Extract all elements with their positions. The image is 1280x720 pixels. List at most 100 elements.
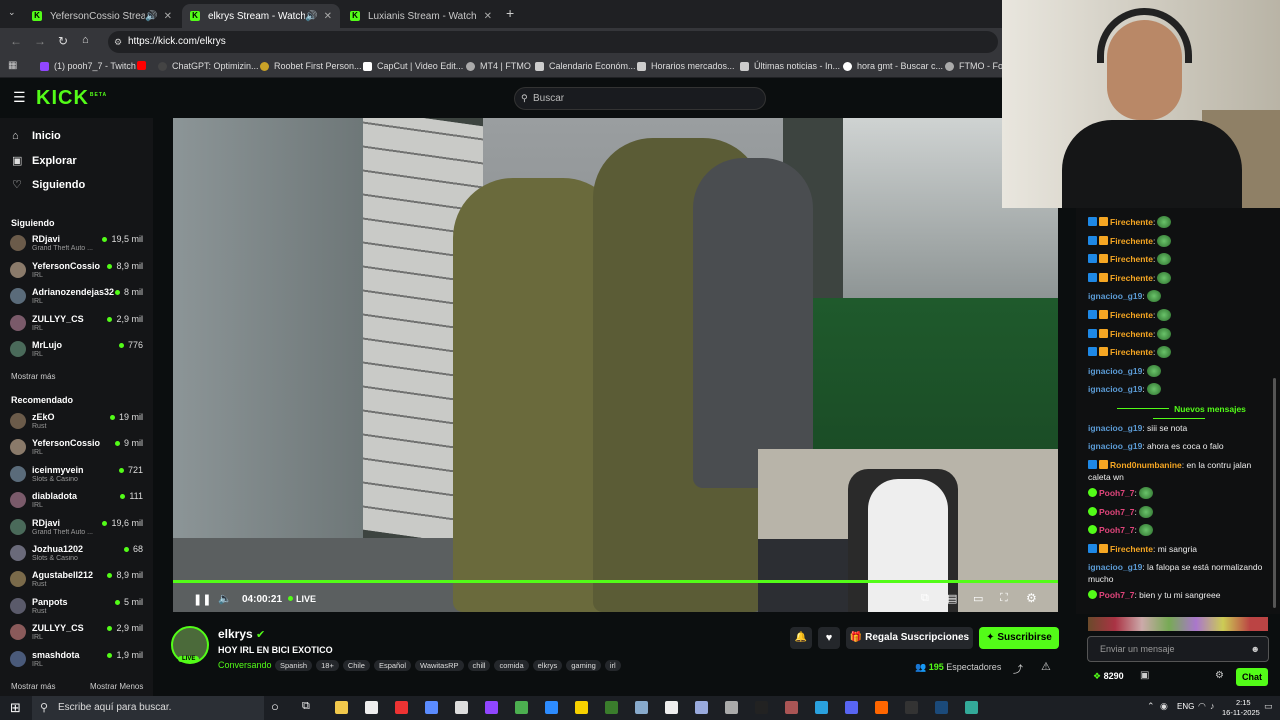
sidebar-channel[interactable]: Panpots Rust 5 mil bbox=[10, 595, 146, 619]
chat-message[interactable]: Firechente: bbox=[1088, 309, 1272, 321]
apps-grid-icon[interactable]: ▦ bbox=[8, 60, 17, 71]
sidebar-channel[interactable]: YefersonCossio IRL 8,9 mil bbox=[10, 259, 146, 283]
bookmark-chatgpt[interactable]: ChatGPT: Optimizin... bbox=[158, 61, 259, 71]
sidebar-channel[interactable]: Jozhua1202 Slots & Casino 68 bbox=[10, 542, 146, 566]
app-icon[interactable] bbox=[635, 701, 648, 714]
chat-username[interactable]: ignacioo_g19 bbox=[1088, 291, 1142, 301]
obs-icon[interactable] bbox=[905, 701, 918, 714]
chat-message[interactable]: Rond0numbanine: en la contru jalan calet… bbox=[1088, 459, 1272, 483]
follow-heart-icon[interactable]: ♥ bbox=[818, 627, 840, 649]
picture-in-picture-icon[interactable]: ⧉ bbox=[921, 592, 929, 605]
chat-username[interactable]: Pooh7_7 bbox=[1099, 525, 1134, 535]
telegram-icon[interactable] bbox=[815, 701, 828, 714]
bookmark-horarios[interactable]: Horarios mercados... bbox=[637, 61, 735, 71]
stream-tag[interactable]: irl bbox=[604, 660, 621, 671]
back-icon[interactable]: ← bbox=[10, 34, 22, 48]
stream-tag[interactable]: Chile bbox=[342, 660, 370, 671]
settings-gear-icon[interactable]: ⚙ bbox=[1026, 591, 1037, 605]
hamburger-menu-icon[interactable]: ☰ bbox=[13, 89, 26, 106]
send-chat-button[interactable]: Chat bbox=[1236, 668, 1268, 686]
chat-message[interactable]: Firechente: bbox=[1088, 327, 1272, 340]
report-icon[interactable]: ⚠ bbox=[1041, 660, 1051, 673]
bookmark-google[interactable]: hora gmt - Buscar c... bbox=[843, 61, 943, 71]
chrome-icon[interactable] bbox=[965, 701, 978, 714]
chat-message[interactable]: ignacioo_g19: bbox=[1088, 383, 1272, 396]
close-tab-icon[interactable]: ✕ bbox=[324, 11, 332, 22]
speaker-icon[interactable]: 🔊 bbox=[145, 11, 157, 22]
chat-message-input[interactable]: Enviar un mensaje ☻ bbox=[1087, 636, 1269, 662]
stream-tag[interactable]: gaming bbox=[566, 660, 601, 671]
bookmark-capcut[interactable]: CapCut | Video Edit... bbox=[363, 61, 463, 71]
chat-username[interactable]: ignacioo_g19 bbox=[1088, 423, 1142, 433]
chat-message[interactable]: ignacioo_g19: bbox=[1088, 290, 1272, 303]
stream-category[interactable]: Conversando bbox=[218, 660, 272, 670]
stream-tag[interactable]: elkrys bbox=[532, 660, 563, 671]
sidebar-channel[interactable]: RDjavi Grand Theft Auto ... 19,6 mil bbox=[10, 516, 146, 540]
chat-username[interactable]: Firechente bbox=[1110, 254, 1153, 264]
file-explorer-icon[interactable] bbox=[335, 701, 348, 714]
chat-username[interactable]: Pooh7_7 bbox=[1099, 488, 1134, 498]
chat-username[interactable]: Firechente bbox=[1110, 310, 1153, 320]
chat-message[interactable]: ignacioo_g19: bbox=[1088, 364, 1272, 377]
bookmark-roobet[interactable]: Roobet First Person... bbox=[260, 61, 362, 71]
chat-message[interactable]: Firechente: mi sangria bbox=[1088, 543, 1272, 555]
sidebar-channel[interactable]: YefersonCossio IRL 9 mil bbox=[10, 436, 146, 460]
stream-tag[interactable]: Spanish bbox=[275, 660, 313, 671]
chat-message[interactable]: Pooh7_7: bbox=[1088, 505, 1272, 518]
chat-username[interactable]: Rond0numbanine bbox=[1110, 460, 1182, 470]
taskbar-search-input[interactable]: ⚲ Escribe aquí para buscar. bbox=[32, 696, 264, 720]
steam-icon[interactable] bbox=[935, 701, 948, 714]
bookmark-twitch[interactable]: (1) pooh7_7 - Twitch bbox=[40, 61, 136, 71]
emoji-icon[interactable]: ☻ bbox=[1251, 637, 1260, 661]
wifi-icon[interactable]: ◠ bbox=[1198, 701, 1206, 712]
show-more-following[interactable]: Mostrar más bbox=[11, 372, 55, 381]
chat-username[interactable]: Pooh7_7 bbox=[1099, 507, 1134, 517]
close-tab-icon[interactable]: ✕ bbox=[164, 11, 172, 22]
show-less-recommended[interactable]: Mostrar Menos bbox=[90, 682, 143, 691]
chat-username[interactable]: Firechente bbox=[1110, 273, 1153, 283]
sidebar-channel[interactable]: Agustabell212 Rust 8,9 mil bbox=[10, 568, 146, 592]
channel-points[interactable]: ❖ 8290 bbox=[1093, 671, 1124, 682]
chat-message[interactable]: Pooh7_7: bien y tu mi sangreee bbox=[1088, 589, 1272, 601]
url-field[interactable]: ⚙ https://kick.com/elkrys bbox=[108, 31, 998, 53]
chat-message[interactable]: Firechente: bbox=[1088, 346, 1272, 359]
sidebar-channel[interactable]: zEkO Rust 19 mil bbox=[10, 410, 146, 434]
bookmark-youtube-icon[interactable] bbox=[137, 61, 146, 70]
stream-tag[interactable]: comida bbox=[494, 660, 529, 671]
tab-yefersoncossio[interactable]: K YefersonCossio Stream - W 🔊 ✕ bbox=[24, 4, 180, 28]
chat-username[interactable]: Firechente bbox=[1110, 217, 1153, 227]
chat-message[interactable]: Firechente: bbox=[1088, 216, 1272, 228]
chat-message[interactable]: Pooh7_7: bbox=[1088, 487, 1272, 500]
reload-icon[interactable]: ↻ bbox=[58, 34, 68, 48]
notifications-icon[interactable]: ▭ bbox=[1264, 701, 1273, 712]
clock-time[interactable]: 2:15 bbox=[1236, 698, 1251, 707]
bookmark-mt4[interactable]: MT4 | FTMO bbox=[466, 61, 531, 71]
minecraft-icon[interactable] bbox=[605, 701, 618, 714]
chat-message[interactable]: Firechente: bbox=[1088, 234, 1272, 247]
gift-subscriptions-button[interactable]: 🎁 Regala Suscripciones bbox=[846, 627, 973, 649]
sidebar-channel[interactable]: smashdota IRL 1,9 mil bbox=[10, 648, 146, 672]
search-input[interactable]: ⚲ Buscar bbox=[514, 87, 766, 110]
speaker-icon[interactable]: 🔊 bbox=[305, 11, 317, 22]
chat-rules-icon[interactable]: ▣ bbox=[1140, 670, 1149, 681]
app-icon[interactable] bbox=[785, 701, 798, 714]
bookmark-noticias[interactable]: Últimas noticias - In... bbox=[740, 61, 840, 71]
system-tray-chevron-icon[interactable]: ⌃ bbox=[1147, 701, 1155, 712]
channel-name[interactable]: elkrys ✔ bbox=[218, 627, 265, 641]
stream-tag[interactable]: chill bbox=[467, 660, 491, 671]
chat-username[interactable]: Firechente bbox=[1110, 329, 1153, 339]
nav-explore[interactable]: ▣ Explorar bbox=[12, 154, 77, 168]
sidebar-channel[interactable]: ZULLYY_CS IRL 2,9 mil bbox=[10, 312, 146, 336]
bookmark-ftmo[interactable]: FTMO - For bbox=[945, 61, 1006, 71]
document-icon[interactable] bbox=[455, 701, 468, 714]
chat-message[interactable]: ignacioo_g19: la falopa se está normaliz… bbox=[1088, 561, 1272, 585]
theater-mode-icon[interactable]: ▭ bbox=[973, 592, 983, 605]
opera-icon[interactable] bbox=[395, 701, 408, 714]
show-more-recommended[interactable]: Mostrar más bbox=[11, 682, 55, 691]
chat-username[interactable]: Firechente bbox=[1110, 347, 1153, 357]
app-icon[interactable] bbox=[515, 701, 528, 714]
tiktok-icon[interactable] bbox=[755, 701, 768, 714]
windows-start-icon[interactable]: ⊞ bbox=[10, 700, 21, 716]
chat-username[interactable]: Firechente bbox=[1110, 544, 1153, 554]
app-icon[interactable] bbox=[695, 701, 708, 714]
